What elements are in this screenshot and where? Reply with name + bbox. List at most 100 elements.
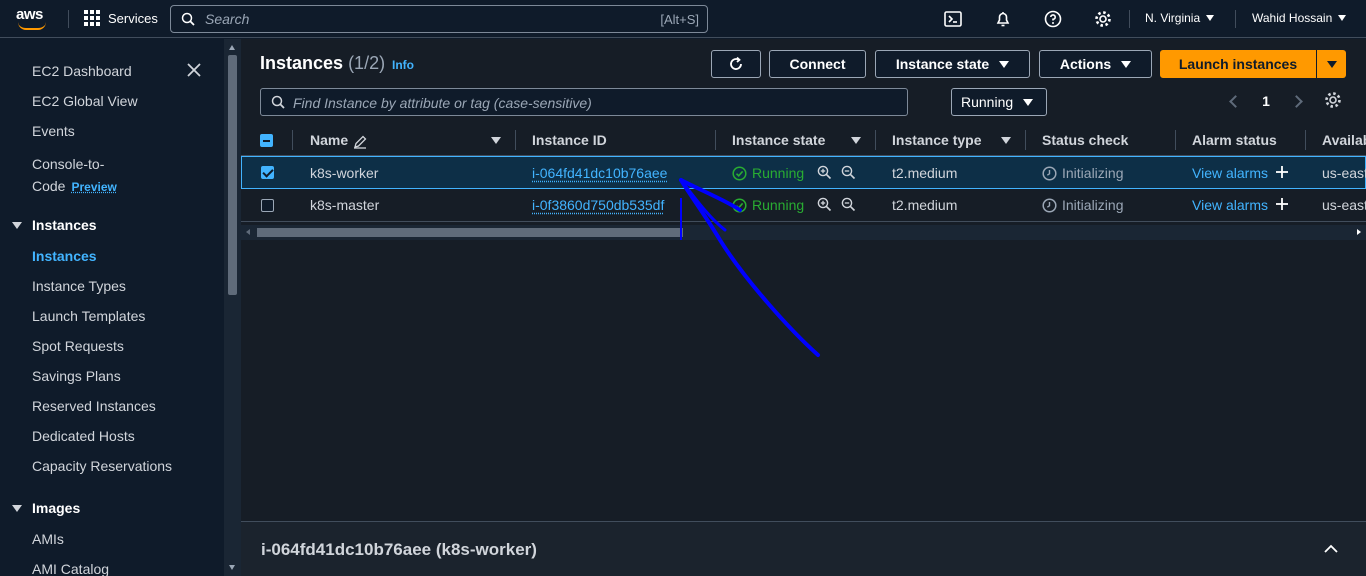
search-placeholder: Search — [205, 11, 250, 27]
table-preferences-gear-icon[interactable] — [1323, 90, 1343, 110]
grid-icon — [84, 10, 100, 26]
sidebar-item-instances[interactable]: Instances — [32, 248, 97, 264]
instance-state-button[interactable]: Instance state — [875, 50, 1030, 78]
sidebar-item-launch-templates[interactable]: Launch Templates — [32, 308, 145, 324]
sort-icon[interactable] — [491, 137, 501, 144]
scroll-up-icon[interactable] — [229, 45, 235, 50]
launch-instances-dropdown[interactable] — [1316, 50, 1346, 78]
scroll-down-icon[interactable] — [229, 565, 235, 570]
table-row[interactable]: k8s-worker i-064fd41dc10b76aee Running t… — [241, 156, 1366, 189]
instance-id-link[interactable]: i-064fd41dc10b76aee — [532, 165, 667, 181]
sidebar-item-dedicated-hosts[interactable]: Dedicated Hosts — [32, 428, 135, 444]
sidebar-scrollbar[interactable] — [224, 39, 241, 576]
sidebar-item-savings-plans[interactable]: Savings Plans — [32, 368, 121, 384]
column-header-status-check[interactable]: Status check — [1042, 132, 1128, 148]
connect-button[interactable]: Connect — [769, 50, 866, 78]
select-all-checkbox[interactable] — [260, 134, 273, 147]
user-name: Wahid Hossain — [1252, 11, 1333, 25]
instance-name: k8s-master — [310, 197, 380, 213]
table-row[interactable]: k8s-master i-0f3860d750db535df Running t… — [241, 189, 1366, 222]
aws-logo[interactable]: aws — [16, 6, 52, 32]
page-title: Instances (1/2) — [260, 53, 385, 74]
chevron-left-icon[interactable] — [1229, 94, 1242, 108]
sidebar-item-ec2-dashboard[interactable]: EC2 Dashboard — [32, 63, 132, 79]
main-content: Instances (1/2) Info Connect Instance st… — [241, 39, 1366, 576]
sidebar-section-images[interactable]: Images — [12, 500, 80, 516]
button-label: Instance state — [895, 56, 990, 72]
view-alarms-link[interactable]: View alarms — [1192, 165, 1268, 181]
sidebar-item-capacity-reservations[interactable]: Capacity Reservations — [32, 458, 172, 474]
launch-instances-button[interactable]: Launch instances — [1160, 50, 1316, 78]
services-menu[interactable]: Services — [84, 10, 158, 26]
search-input[interactable]: Search [Alt+S] — [170, 5, 708, 33]
pagination: 1 — [1229, 90, 1303, 112]
selection-count: (1/2) — [348, 53, 386, 73]
zoom-in-icon[interactable] — [817, 197, 832, 212]
sidebar-item-events[interactable]: Events — [32, 123, 75, 139]
instance-state-running: Running — [732, 197, 804, 213]
edit-pencil-icon[interactable] — [353, 135, 367, 149]
close-icon[interactable] — [185, 61, 203, 79]
caret-down-icon — [12, 504, 22, 512]
scroll-right-icon[interactable] — [1357, 229, 1361, 235]
help-icon[interactable] — [1043, 9, 1063, 29]
sidebar-item-console-to-code[interactable]: Console-to- Code Preview — [32, 153, 117, 198]
scrollbar-thumb[interactable] — [228, 55, 237, 295]
clock-icon — [1042, 165, 1057, 181]
instance-filter-input[interactable]: Find Instance by attribute or tag (case-… — [260, 88, 908, 116]
column-header-instance-state[interactable]: Instance state — [732, 132, 825, 148]
sort-icon[interactable] — [851, 137, 861, 144]
cloudshell-icon[interactable] — [943, 9, 963, 29]
view-alarms-link[interactable]: View alarms — [1192, 197, 1268, 213]
sidebar-item-amis[interactable]: AMIs — [32, 531, 64, 547]
page-number[interactable]: 1 — [1262, 93, 1270, 109]
search-shortcut: [Alt+S] — [660, 12, 699, 27]
plus-icon[interactable] — [1275, 197, 1289, 211]
actions-button[interactable]: Actions — [1039, 50, 1152, 78]
sidebar-item-instance-types[interactable]: Instance Types — [32, 278, 126, 294]
search-icon — [271, 95, 285, 109]
info-link[interactable]: Info — [392, 58, 414, 72]
account-menu[interactable]: Wahid Hossain — [1252, 11, 1347, 25]
region-selector[interactable]: N. Virginia — [1145, 11, 1215, 25]
notifications-bell-icon[interactable] — [993, 9, 1013, 29]
column-header-instance-type[interactable]: Instance type — [892, 132, 981, 148]
column-divider — [1175, 130, 1176, 150]
column-header-name[interactable]: Name — [310, 132, 348, 148]
state-filter-select[interactable]: Running — [951, 88, 1047, 116]
status-label: Initializing — [1062, 197, 1124, 213]
scroll-left-icon[interactable] — [246, 229, 250, 235]
sidebar-item-spot-requests[interactable]: Spot Requests — [32, 338, 124, 354]
column-header-availability-zone[interactable]: Availab — [1322, 132, 1366, 148]
plus-icon[interactable] — [1275, 165, 1289, 179]
column-header-instance-id[interactable]: Instance ID — [532, 132, 607, 148]
sidebar-item-ec2-global-view[interactable]: EC2 Global View — [32, 93, 138, 109]
settings-gear-icon[interactable] — [1093, 9, 1113, 29]
top-navigation: aws Services Search [Alt+S] N. Virginia … — [0, 0, 1366, 38]
column-divider — [715, 130, 716, 150]
sidebar-section-instances[interactable]: Instances — [12, 217, 97, 233]
row-checkbox[interactable] — [261, 166, 274, 179]
sort-icon[interactable] — [1001, 137, 1011, 144]
zoom-in-icon[interactable] — [817, 165, 832, 180]
zoom-out-icon[interactable] — [841, 197, 856, 212]
chevron-right-icon[interactable] — [1290, 94, 1303, 108]
nav-divider — [68, 10, 69, 28]
sidebar-item-label: Code — [32, 178, 66, 194]
chevron-up-icon[interactable] — [1323, 541, 1339, 557]
column-divider — [515, 130, 516, 150]
row-checkbox[interactable] — [261, 199, 274, 212]
sidebar-item-reserved-instances[interactable]: Reserved Instances — [32, 398, 156, 414]
instance-id-link[interactable]: i-0f3860d750db535df — [532, 197, 664, 213]
instance-type: t2.medium — [892, 197, 958, 213]
sidebar-item-ami-catalog[interactable]: AMI Catalog — [32, 561, 109, 576]
section-title: Instances — [32, 217, 97, 233]
table-horizontal-scrollbar[interactable] — [241, 225, 1366, 240]
scrollbar-thumb[interactable] — [257, 228, 683, 237]
zoom-out-icon[interactable] — [841, 165, 856, 180]
refresh-button[interactable] — [711, 50, 761, 78]
caret-down-icon — [1326, 60, 1337, 68]
caret-down-icon — [1206, 15, 1215, 21]
region-label: N. Virginia — [1145, 11, 1201, 25]
column-header-alarm-status[interactable]: Alarm status — [1192, 132, 1277, 148]
